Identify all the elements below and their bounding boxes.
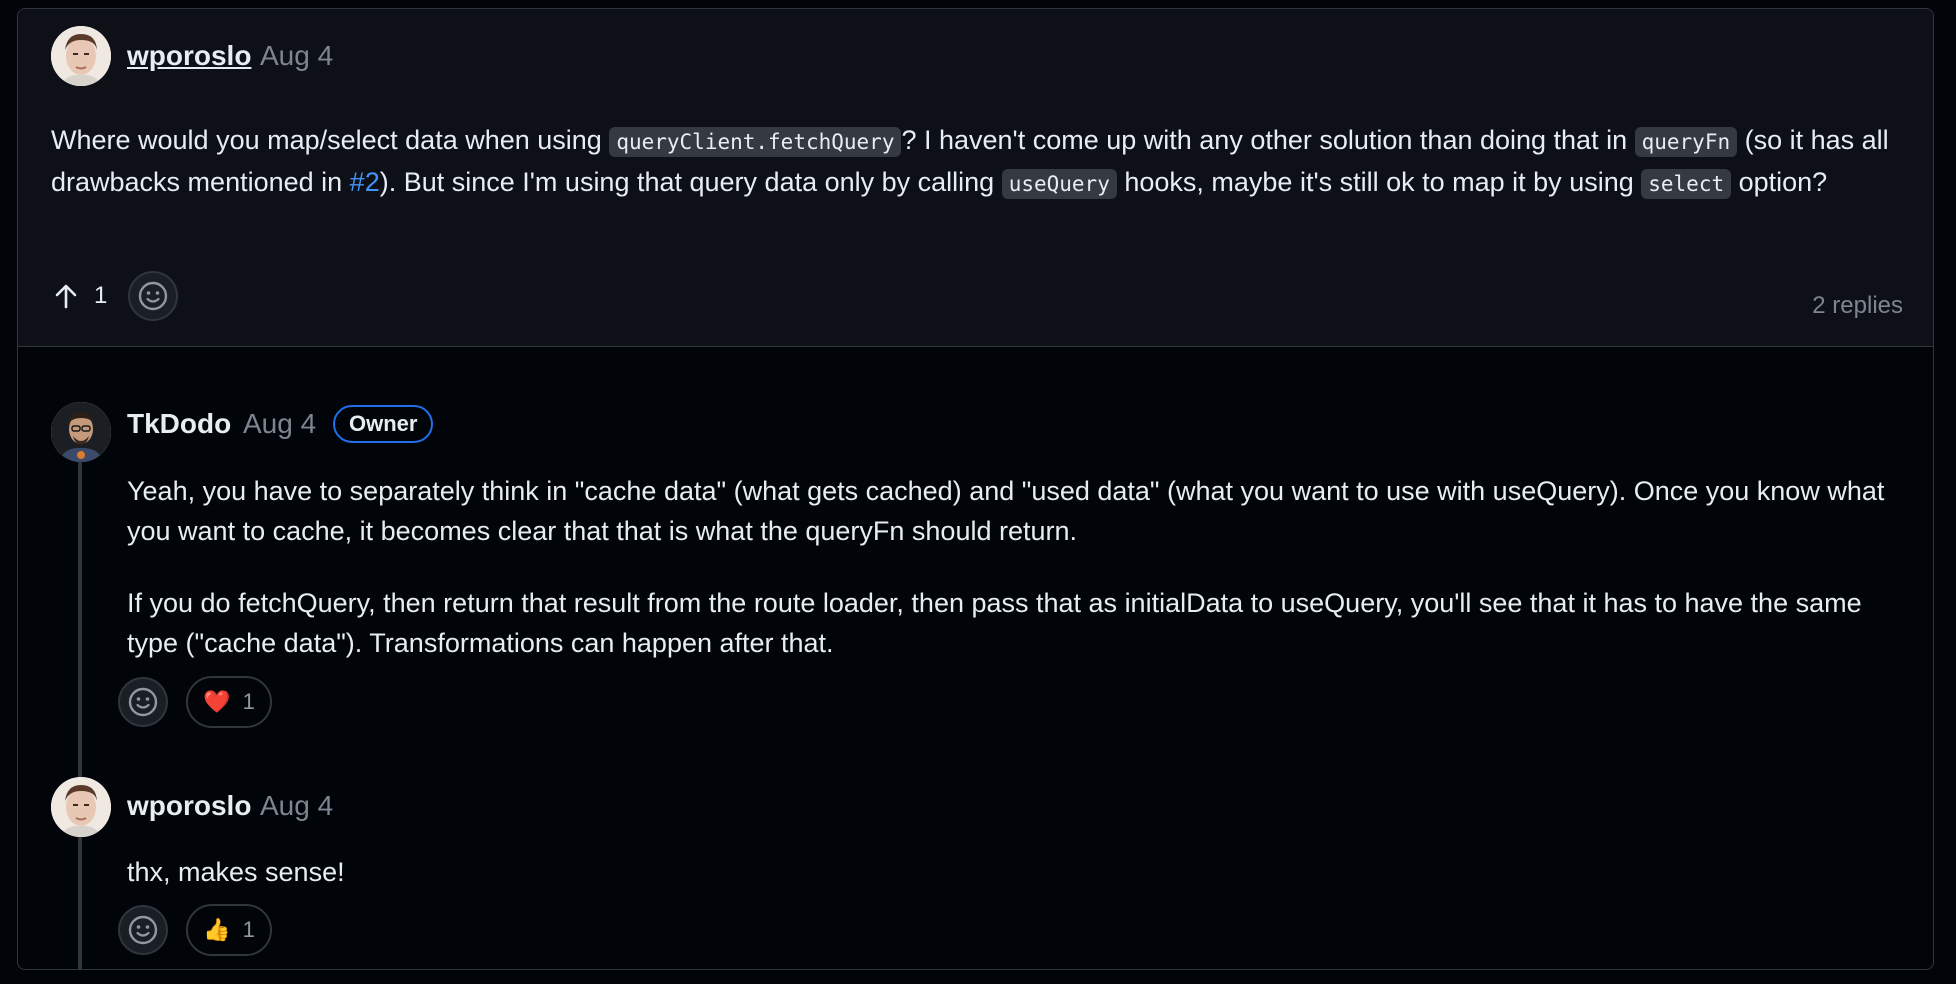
inline-code: queryFn <box>1634 127 1738 157</box>
heart-reaction-button[interactable]: ❤️ 1 <box>186 676 272 728</box>
body-text-segment: ). But since I'm using that query data o… <box>379 167 1002 197</box>
reaction-count: 1 <box>242 917 255 942</box>
body-text-segment: ? I haven't come up with any other solut… <box>901 125 1635 155</box>
author-name[interactable]: wporoslo <box>127 790 251 822</box>
inline-code: queryClient.fetchQuery <box>609 127 902 157</box>
inline-code: select <box>1641 169 1732 199</box>
smiley-icon <box>138 281 168 311</box>
reply-body: thx, makes sense! <box>127 852 1907 892</box>
top-comment: wporoslo Aug 4 Where would you map/selec… <box>18 9 1933 347</box>
arrow-up-icon <box>55 284 77 309</box>
author-name[interactable]: TkDodo <box>127 408 231 440</box>
owner-badge: Owner <box>333 405 434 443</box>
wporoslo-avatar-image <box>51 777 111 837</box>
author-name[interactable]: wporoslo <box>127 40 251 72</box>
thumbs-up-reaction-button[interactable]: 👍 1 <box>186 904 272 956</box>
avatar[interactable] <box>51 402 111 462</box>
replies-count[interactable]: 2 replies <box>1812 292 1903 320</box>
issue-link[interactable]: #2 <box>350 167 380 197</box>
heart-icon: ❤️ <box>203 689 231 714</box>
add-reaction-button[interactable] <box>128 271 178 321</box>
reply-date[interactable]: Aug 4 <box>260 790 333 822</box>
body-text-segment: option? <box>1731 167 1828 197</box>
discussion-comment-card: wporoslo Aug 4 Where would you map/selec… <box>17 8 1934 970</box>
tkdodo-avatar-image <box>51 402 111 462</box>
upvote-count: 1 <box>94 282 108 309</box>
thumbs-up-icon: 👍 <box>203 917 231 942</box>
body-text-segment: hooks, maybe it's still ok to map it by … <box>1116 167 1642 197</box>
body-text-segment: Where would you map/select data when usi… <box>51 125 610 155</box>
comment-body: Where would you map/select data when usi… <box>51 120 1911 204</box>
avatar[interactable] <box>51 26 111 86</box>
post-date[interactable]: Aug 4 <box>260 40 333 72</box>
smiley-icon <box>128 687 158 717</box>
add-reaction-button[interactable] <box>118 677 168 727</box>
thread-line <box>78 421 82 969</box>
reply-body: Yeah, you have to separately think in "c… <box>127 471 1907 695</box>
reply-paragraph: thx, makes sense! <box>127 857 345 887</box>
reply-date[interactable]: Aug 4 <box>243 408 316 440</box>
avatar[interactable] <box>51 777 111 837</box>
inline-code: useQuery <box>1001 169 1117 199</box>
smiley-icon <box>128 915 158 945</box>
reply-paragraph: Yeah, you have to separately think in "c… <box>127 476 1885 546</box>
upvote-button[interactable]: 1 <box>52 276 107 316</box>
reaction-count: 1 <box>242 689 255 714</box>
add-reaction-button[interactable] <box>118 905 168 955</box>
wporoslo-avatar-image <box>51 26 111 86</box>
reply-paragraph: If you do fetchQuery, then return that r… <box>127 588 1862 658</box>
